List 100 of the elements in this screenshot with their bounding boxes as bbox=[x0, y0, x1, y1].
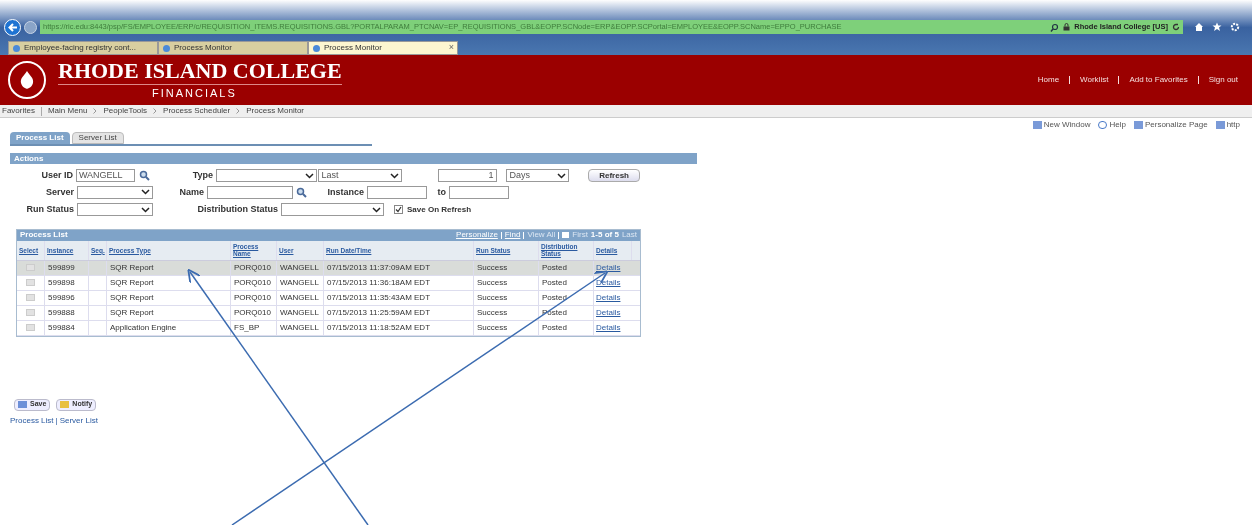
table-cell: PORQ010 bbox=[234, 276, 271, 289]
table-cell: PORQ010 bbox=[234, 261, 271, 274]
table-cell: 07/15/2013 11:18:52AM EDT bbox=[327, 321, 431, 334]
page-link[interactable]: http bbox=[1226, 119, 1240, 131]
field-label: Server bbox=[44, 185, 75, 199]
tab-title: Process Monitor bbox=[324, 42, 383, 54]
table-cell: WANGELL bbox=[280, 291, 319, 304]
breadcrumb-link[interactable]: Favorites bbox=[2, 105, 35, 117]
breadcrumb-link[interactable]: Main Menu bbox=[47, 105, 88, 117]
page-link[interactable]: Help bbox=[1109, 119, 1126, 131]
search-icon[interactable] bbox=[139, 170, 151, 182]
button-icon bbox=[18, 401, 27, 408]
unit-dropdown[interactable]: Days bbox=[506, 169, 569, 183]
field-label: Distribution Status bbox=[196, 203, 279, 216]
browser-tab[interactable]: Process Monitor bbox=[158, 41, 308, 55]
type-dropdown[interactable] bbox=[216, 169, 318, 183]
footer-link[interactable]: Process List bbox=[10, 414, 54, 427]
link-separator: | bbox=[55, 414, 58, 427]
table-cell: WANGELL bbox=[280, 261, 319, 274]
close-icon[interactable]: × bbox=[448, 41, 454, 55]
search-icon[interactable] bbox=[296, 186, 307, 198]
lock-icon bbox=[1063, 23, 1071, 31]
breadcrumb-link[interactable]: Process Monitor bbox=[246, 105, 305, 117]
row-checkbox[interactable] bbox=[26, 294, 35, 301]
count-field[interactable]: 1 bbox=[437, 169, 497, 183]
table-cell: 07/15/2013 11:37:09AM EDT bbox=[327, 261, 431, 274]
details-link[interactable]: Details bbox=[596, 306, 621, 319]
browser-tab[interactable]: Process Monitor × bbox=[308, 41, 458, 55]
table-cell: PORQ010 bbox=[234, 291, 271, 304]
page-link[interactable]: Personalize Page bbox=[1144, 119, 1208, 131]
field-label: Run Status bbox=[25, 203, 75, 216]
table-cell: SQR Report bbox=[110, 306, 154, 319]
forward-button[interactable] bbox=[24, 20, 37, 34]
details-link[interactable]: Details bbox=[596, 291, 621, 304]
instance-field[interactable] bbox=[367, 185, 427, 199]
user-id-field[interactable]: WANGELL bbox=[75, 169, 136, 183]
link-icon bbox=[1032, 121, 1042, 129]
home-icon[interactable] bbox=[1194, 22, 1204, 32]
field-label: to bbox=[436, 185, 447, 199]
chevron-icon bbox=[390, 172, 400, 179]
search-icon[interactable] bbox=[1050, 22, 1060, 32]
field-label: Name bbox=[178, 185, 205, 199]
breadcrumb-link[interactable]: PeopleTools bbox=[103, 105, 148, 117]
table-cell: 599884 bbox=[48, 321, 75, 334]
instance-to-field[interactable] bbox=[449, 185, 509, 199]
tab-title: Process Monitor bbox=[174, 42, 233, 54]
checkbox[interactable] bbox=[394, 205, 403, 215]
header-link[interactable]: Home bbox=[1037, 74, 1060, 86]
chevron-icon bbox=[153, 108, 158, 114]
star-icon[interactable] bbox=[1212, 22, 1222, 32]
link-icon bbox=[1133, 121, 1143, 129]
header-link[interactable]: Sign out bbox=[1208, 74, 1238, 86]
table-cell: PORQ010 bbox=[234, 306, 271, 319]
table-cell: SQR Report bbox=[110, 291, 154, 304]
table-cell: 07/15/2013 11:25:59AM EDT bbox=[327, 306, 431, 319]
details-link[interactable]: Details bbox=[596, 321, 621, 334]
header-link[interactable]: Worklist bbox=[1080, 74, 1109, 86]
grid-count: 1-5 of 5 bbox=[590, 229, 619, 241]
period-dropdown[interactable]: Last bbox=[318, 169, 403, 183]
site-subtitle: FINANCIALS bbox=[152, 85, 238, 101]
details-link[interactable]: Details bbox=[596, 261, 621, 274]
settings-icon[interactable] bbox=[1230, 22, 1240, 32]
chevron-icon bbox=[305, 172, 315, 179]
table-cell: FS_BP bbox=[234, 321, 260, 334]
row-checkbox[interactable] bbox=[26, 309, 35, 316]
header-link[interactable]: Add to Favorites bbox=[1129, 74, 1188, 86]
details-link[interactable]: Details bbox=[596, 276, 621, 289]
name-field[interactable] bbox=[207, 185, 293, 199]
table-cell: WANGELL bbox=[280, 321, 319, 334]
table-cell: Application Engine bbox=[110, 321, 177, 334]
field-label: Type bbox=[191, 169, 214, 182]
breadcrumb-link[interactable]: Process Scheduler bbox=[163, 105, 231, 117]
table-cell: Posted bbox=[542, 276, 567, 289]
table-cell: 599898 bbox=[48, 276, 75, 289]
table-cell: Success bbox=[477, 276, 508, 289]
table-cell: WANGELL bbox=[280, 276, 319, 289]
row-checkbox[interactable] bbox=[26, 279, 35, 286]
table-cell: Posted bbox=[542, 291, 567, 304]
download-icon[interactable] bbox=[562, 232, 570, 238]
page-icon bbox=[12, 43, 21, 53]
tab-title: Employee-facing registry cont... bbox=[24, 42, 138, 54]
row-checkbox[interactable] bbox=[26, 324, 35, 331]
page-link[interactable]: New Window bbox=[1043, 119, 1091, 131]
page-icon bbox=[312, 43, 321, 53]
table-cell: Posted bbox=[542, 261, 567, 274]
back-button[interactable] bbox=[4, 18, 21, 36]
table-cell: 07/15/2013 11:36:18AM EDT bbox=[327, 276, 431, 289]
chevron-icon bbox=[372, 206, 381, 213]
chevron-icon bbox=[141, 189, 150, 196]
refresh-button[interactable]: Refresh bbox=[588, 169, 640, 183]
table-cell: Success bbox=[477, 306, 508, 319]
chevron-icon bbox=[93, 108, 98, 114]
refresh-icon[interactable] bbox=[1172, 23, 1180, 31]
distribution-status-dropdown[interactable] bbox=[281, 203, 384, 217]
checkbox-label: Save On Refresh bbox=[407, 203, 472, 216]
run-status-dropdown[interactable] bbox=[77, 203, 153, 217]
browser-tab[interactable]: Employee-facing registry cont... bbox=[8, 41, 158, 55]
footer-link[interactable]: Server List bbox=[59, 414, 98, 427]
page-tab[interactable]: Server List bbox=[71, 132, 124, 144]
server-dropdown[interactable] bbox=[77, 185, 153, 199]
